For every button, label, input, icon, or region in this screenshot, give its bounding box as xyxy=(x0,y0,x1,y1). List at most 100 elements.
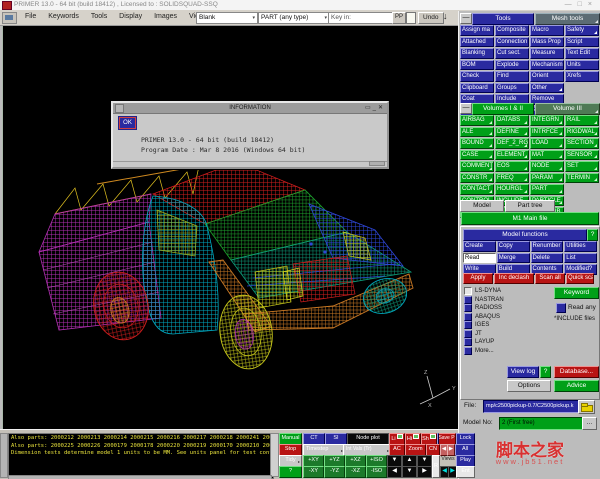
model-no-field[interactable]: 2 (First free) xyxy=(499,417,585,430)
keyword-define[interactable]: DEFINE xyxy=(495,127,529,138)
tab-tools[interactable]: Tools xyxy=(472,13,534,25)
options-button[interactable]: Options xyxy=(507,380,551,392)
mf-delete[interactable]: Delete xyxy=(531,253,564,264)
console-output[interactable]: Also parts: 2000212 2000213 2000214 2000… xyxy=(8,433,274,479)
mf-utilities[interactable]: Utilities xyxy=(564,241,597,252)
tool-units[interactable]: Units xyxy=(565,60,599,71)
tool-assign-ma[interactable]: Assign ma xyxy=(460,25,494,36)
keyword-eos[interactable]: EOS xyxy=(495,161,529,172)
rotate-right-icon[interactable]: ▶ xyxy=(417,466,432,478)
view-minus-yz-button[interactable]: -YZ xyxy=(324,466,345,478)
main-file-bar[interactable]: M1 Main file xyxy=(461,212,599,225)
keyword-part[interactable]: PART xyxy=(530,184,564,195)
console-scrollbar-right[interactable] xyxy=(270,433,279,477)
keyword-case[interactable]: CASE xyxy=(460,150,494,161)
r-button[interactable]: R xyxy=(432,455,440,478)
keyword-param[interactable]: PARAM xyxy=(530,173,564,184)
undo-button[interactable]: Undo xyxy=(418,12,444,24)
tool-blanking[interactable]: Blanking xyxy=(460,48,494,59)
keyword-sensor[interactable]: SENSOR xyxy=(565,150,599,161)
maximize-icon[interactable]: □ xyxy=(578,1,588,8)
advice-button[interactable]: Advice xyxy=(554,380,599,392)
maximize-icon[interactable]: ▭ xyxy=(365,105,373,111)
file-path-input[interactable]: mp/c2500pickup-0.7/C2500pickup.k xyxy=(483,400,579,413)
tool-groups[interactable]: Groups xyxy=(495,83,529,94)
dock-arrow-icon[interactable]: ↓ xyxy=(443,11,448,21)
help-button[interactable]: ? xyxy=(587,229,598,241)
tool-connection[interactable]: Connection xyxy=(495,37,529,48)
ent-button[interactable]: Ent xyxy=(456,466,475,478)
rotate-left-icon[interactable]: ◀ xyxy=(387,466,402,478)
keyword-rigdwal[interactable]: RIGDWAL xyxy=(565,127,599,138)
menu-file[interactable]: File xyxy=(20,10,41,24)
console-help-button[interactable]: ? xyxy=(279,466,302,478)
collapse-icon[interactable]: — xyxy=(460,103,472,114)
view-minus-xy-button[interactable]: -XY xyxy=(303,466,324,478)
rotate-down2-icon[interactable]: ▼ xyxy=(402,466,417,478)
ok-button[interactable]: OK xyxy=(119,117,136,129)
dialog-titlebar[interactable]: INFORMATION xyxy=(113,103,387,114)
graphics-canvas[interactable]: Z Y X INFORMATION ▭_✕ OK PRIMER 13.0 - 6… xyxy=(2,26,459,429)
entity-type-dropdown[interactable]: PART (any type) ▾ xyxy=(258,12,330,24)
tool-orient[interactable]: Orient xyxy=(530,71,564,82)
keyword-bound[interactable]: BOUND xyxy=(460,138,494,149)
console-scrollbar-bottom[interactable] xyxy=(8,475,272,479)
keyword-ale[interactable]: ALE xyxy=(460,127,494,138)
keyword-mat[interactable]: MAT xyxy=(530,150,564,161)
keyword-load[interactable]: LOAD xyxy=(530,138,564,149)
close-icon[interactable]: ✕ xyxy=(378,105,385,111)
tool-macro[interactable]: Macro xyxy=(530,25,564,36)
keyword-constr[interactable]: CONSTR xyxy=(460,173,494,184)
menu-keywords[interactable]: Keywords xyxy=(43,10,84,24)
tool-cut-sect-[interactable]: Cut sect. xyxy=(495,48,529,59)
tab-model[interactable]: Model xyxy=(460,200,504,212)
format-option-iges[interactable]: IGES xyxy=(464,321,506,330)
keyword-set[interactable]: SET xyxy=(565,161,599,172)
minimize-icon[interactable]: — xyxy=(565,1,578,8)
keyword-rail[interactable]: RAIL xyxy=(565,115,599,126)
tool-safety[interactable]: Safety xyxy=(565,25,599,36)
keyword-def-2-rg[interactable]: DEF_2_RG xyxy=(495,138,529,149)
dialog-resize-handle[interactable] xyxy=(369,161,385,166)
key-in-input[interactable]: Key in: xyxy=(328,12,394,24)
tool-composite[interactable]: Composite xyxy=(495,25,529,36)
keyword-termin[interactable]: TERMIN xyxy=(565,173,599,184)
browse-button[interactable]: ... xyxy=(582,417,597,430)
tool-script[interactable]: Script xyxy=(565,37,599,48)
view-log-help-button[interactable]: ? xyxy=(540,366,551,378)
mf-create[interactable]: Create xyxy=(463,241,496,252)
mf-read[interactable]: Read xyxy=(463,253,496,264)
blank-dropdown[interactable]: Blank ▾ xyxy=(196,12,258,24)
dialog-menu-icon[interactable] xyxy=(115,104,124,113)
window-menu-icon[interactable] xyxy=(2,12,17,24)
tool-attached[interactable]: Attached xyxy=(460,37,494,48)
view-log-button[interactable]: View log xyxy=(507,366,539,378)
format-option-layup[interactable]: LAYUP xyxy=(464,338,506,347)
keyword-contact[interactable]: CONTACT xyxy=(460,184,494,195)
mf-renumber[interactable]: Renumber xyxy=(531,241,564,252)
menu-images[interactable]: Images xyxy=(149,10,182,24)
tool-mechanism[interactable]: Mechanism xyxy=(530,60,564,71)
format-option-abaqus[interactable]: ABAQUS xyxy=(464,313,506,322)
tool-other[interactable]: Other xyxy=(530,83,564,94)
format-option-radioss[interactable]: RADIOSS xyxy=(464,304,506,313)
mf-copy[interactable]: Copy xyxy=(497,241,530,252)
action-scan-all[interactable]: Scan all xyxy=(535,273,565,284)
tool-explode[interactable]: Explode xyxy=(495,60,529,71)
keyword-node[interactable]: NODE xyxy=(530,161,564,172)
console-scrollbar-left[interactable] xyxy=(0,433,8,478)
tool-text-edit[interactable]: Text Edit xyxy=(565,48,599,59)
mf-merge[interactable]: Merge xyxy=(497,253,530,264)
action-quick-scan[interactable]: Quick scan xyxy=(566,273,594,284)
tab-mesh-tools[interactable]: Mesh tools xyxy=(535,13,600,25)
keyword-section[interactable]: SECTION xyxy=(565,138,599,149)
close-icon[interactable]: × xyxy=(588,1,598,8)
tab-volumes-1-2[interactable]: Volumes I & II xyxy=(472,103,534,115)
keyword-integrn[interactable]: INTEGRN xyxy=(530,115,564,126)
keyword-airbag[interactable]: AIRBAG xyxy=(460,115,494,126)
view-minus-xz-button[interactable]: -XZ xyxy=(345,466,366,478)
clipboard-icon[interactable] xyxy=(406,12,416,24)
keyword-hourgl[interactable]: HOURGL xyxy=(495,184,529,195)
tool-xrefs[interactable]: Xrefs xyxy=(565,71,599,82)
action-inc-declash[interactable]: Inc declash xyxy=(494,273,534,284)
